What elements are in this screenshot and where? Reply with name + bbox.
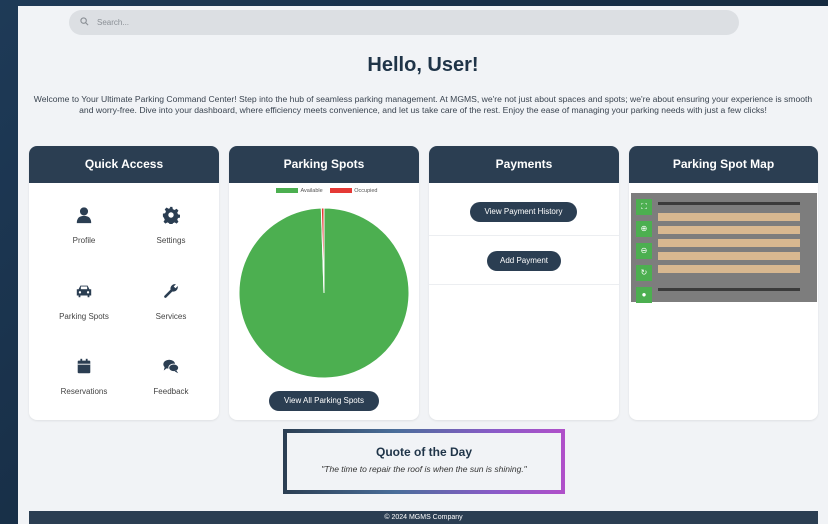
welcome-text: Welcome to Your Ultimate Parking Command…: [33, 94, 813, 115]
map-lot-row: [658, 202, 800, 205]
search-input[interactable]: [97, 18, 697, 27]
legend-label-available: Available: [300, 188, 323, 194]
user-icon: [76, 207, 92, 224]
feedback-link[interactable]: Feedback: [131, 357, 211, 399]
view-all-parking-spots-button[interactable]: View All Parking Spots: [269, 391, 379, 411]
car-icon: [76, 285, 92, 298]
add-payment-button[interactable]: Add Payment: [487, 251, 561, 271]
profile-link[interactable]: Profile: [44, 206, 124, 248]
quick-access-card: Quick Access Profile Settings Parking Sp…: [29, 146, 219, 420]
services-label: Services: [155, 312, 187, 321]
reservations-label: Reservations: [60, 387, 108, 396]
map-lot-row: [658, 213, 800, 221]
parking-spots-card: Parking Spots Available Occupied View Al…: [229, 146, 419, 420]
gear-icon: [162, 206, 180, 224]
payments-divider: [429, 284, 619, 285]
wrench-icon: [164, 284, 178, 298]
view-payment-history-button[interactable]: View Payment History: [470, 202, 577, 222]
parking-spots-link[interactable]: Parking Spots: [44, 282, 124, 324]
quote-text: "The time to repair the roof is when the…: [321, 464, 527, 474]
search-icon: [80, 16, 92, 29]
reservations-link[interactable]: Reservations: [44, 357, 124, 399]
parking-map[interactable]: ⛶ ⊕ ⊖ ↻ ●: [631, 193, 817, 303]
chart-legend: Available Occupied: [229, 188, 419, 194]
legend-swatch-occupied: [330, 188, 353, 194]
info-icon[interactable]: ●: [636, 287, 652, 303]
parking-pie-chart: [238, 207, 410, 379]
calendar-icon: [77, 358, 91, 374]
map-lot-row: [658, 288, 800, 291]
payments-card: Payments View Payment History Add Paymen…: [429, 146, 619, 420]
map-lot-row: [658, 226, 800, 234]
payments-title: Payments: [429, 146, 619, 183]
parking-map-title: Parking Spot Map: [629, 146, 818, 183]
zoom-in-icon[interactable]: ⊕: [636, 221, 652, 237]
legend-swatch-available: [276, 188, 299, 194]
reset-icon[interactable]: ↻: [636, 265, 652, 281]
footer: © 2024 MGMS Company: [29, 511, 818, 524]
chat-icon: [163, 359, 180, 374]
map-lot-row: [658, 265, 800, 273]
quote-title: Quote of the Day: [375, 445, 472, 459]
parking-spots-label: Parking Spots: [59, 312, 109, 321]
fullscreen-icon[interactable]: ⛶: [636, 199, 652, 215]
dashboard-page: Hello, User! Welcome to Your Ultimate Pa…: [18, 6, 828, 524]
parking-map-card: Parking Spot Map ⛶ ⊕ ⊖ ↻ ●: [629, 146, 818, 420]
zoom-out-icon[interactable]: ⊖: [636, 243, 652, 259]
settings-link[interactable]: Settings: [131, 206, 211, 248]
profile-label: Profile: [72, 236, 96, 245]
parking-spots-title: Parking Spots: [229, 146, 419, 183]
quick-access-title: Quick Access: [29, 146, 219, 183]
services-link[interactable]: Services: [131, 282, 211, 324]
quote-of-the-day: Quote of the Day "The time to repair the…: [283, 429, 565, 494]
payments-divider: [429, 235, 619, 236]
page-title: Hello, User!: [367, 54, 479, 76]
quote-box: Quote of the Day "The time to repair the…: [287, 433, 561, 490]
search-bar[interactable]: [69, 10, 739, 35]
settings-label: Settings: [156, 236, 186, 245]
map-lot-row: [658, 239, 800, 247]
map-lot-row: [658, 252, 800, 260]
legend-label-occupied: Occupied: [354, 188, 378, 194]
feedback-label: Feedback: [153, 387, 189, 396]
